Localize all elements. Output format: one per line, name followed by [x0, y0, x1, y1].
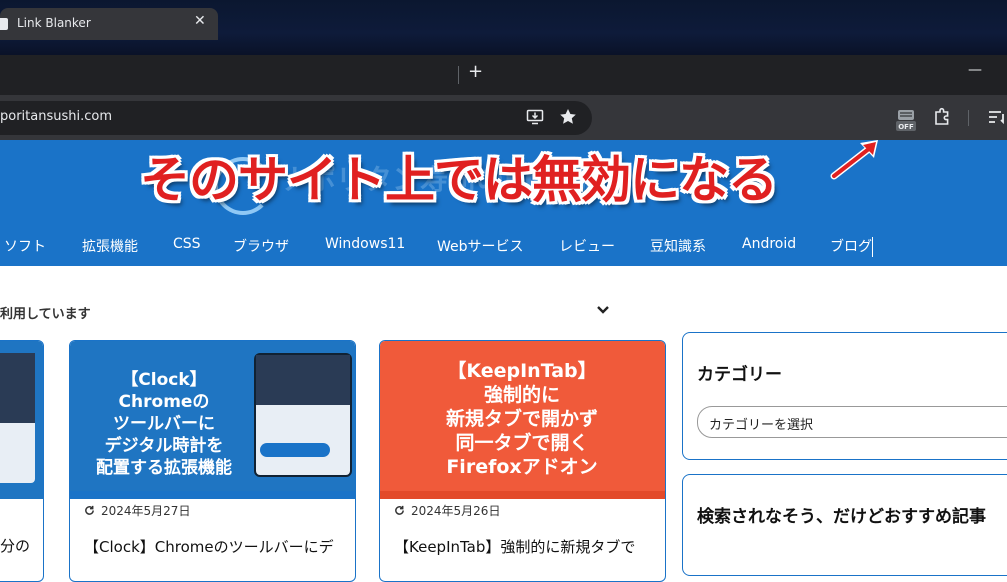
minimize-button[interactable]: —: [968, 62, 982, 78]
annotation-caption: そのサイト上では無効になる: [140, 151, 778, 209]
install-app-icon[interactable]: [526, 108, 544, 126]
thumbnail-text: 【Clock】 Chromeの ツールバーに デジタル時計を 配置する拡張機能: [96, 370, 232, 478]
post-date: 2024年5月26日: [394, 502, 500, 519]
svg-text:OFF: OFF: [898, 123, 914, 131]
nav-item-review[interactable]: レビュー: [559, 236, 615, 256]
post-title[interactable]: 【Clock】Chromeのツールバーにデ: [84, 536, 334, 557]
tab-separator: [458, 66, 459, 84]
tab-title: Link Blanker: [17, 16, 91, 30]
thumbnail-button: [260, 443, 330, 457]
bookmark-star-icon[interactable]: [558, 107, 578, 127]
refresh-icon: [85, 505, 94, 515]
post-date-text: 2024年5月27日: [101, 504, 191, 518]
extensions-puzzle-icon[interactable]: [932, 107, 952, 127]
nav-item-trivia[interactable]: 豆知識系: [650, 236, 706, 256]
toolbar-separator: [968, 110, 969, 126]
text-cursor: [872, 237, 873, 257]
tab-close-icon[interactable]: ✕: [194, 13, 206, 29]
post-title[interactable]: 【KeepInTab】強制的に新規タブで: [394, 536, 635, 557]
thumbnail-strip: [70, 491, 355, 499]
nav-item-extensions[interactable]: 拡張機能: [82, 236, 138, 256]
url-text[interactable]: poritansushi.com: [0, 109, 112, 124]
annotation-arrow-icon: [830, 140, 878, 180]
nav-item-browser[interactable]: ブラウザ: [233, 236, 289, 256]
nav-item-android[interactable]: Android: [742, 236, 796, 252]
tab-strip: [0, 55, 1007, 95]
category-widget-title: カテゴリー: [697, 365, 782, 385]
reading-list-icon[interactable]: [987, 108, 1007, 126]
nav-item-software[interactable]: ソフト: [4, 236, 46, 256]
thumbnail-screenshot: [0, 353, 35, 483]
chevron-down-icon[interactable]: [596, 303, 610, 317]
category-select[interactable]: カテゴリーを選択: [697, 406, 1007, 438]
post-thumbnail: 【Clock】 Chromeの ツールバーに デジタル時計を 配置する拡張機能: [70, 341, 355, 499]
tab-favicon-icon: [0, 18, 8, 30]
nav-item-blog[interactable]: ブログ: [830, 236, 872, 256]
post-date: 2024年5月27日: [84, 502, 190, 519]
nav-item-css[interactable]: CSS: [173, 236, 201, 252]
new-tab-button[interactable]: +: [468, 61, 483, 82]
post-thumbnail: 【KeepInTab】 強制的に 新規タブで開かず 同一タブで開く Firefo…: [380, 341, 665, 499]
thumbnail-screenshot: [254, 353, 352, 477]
link-blanker-off-icon[interactable]: OFF: [895, 108, 917, 132]
thumbnail-strip: [380, 491, 665, 499]
category-select-value: カテゴリーを選択: [709, 418, 814, 433]
tab-link-blanker[interactable]: Link Blanker ✕: [0, 8, 218, 40]
post-title-fragment[interactable]: 分の: [0, 535, 30, 556]
nav-item-windows11[interactable]: Windows11: [325, 236, 405, 252]
thumbnail-text: 【KeepInTab】 強制的に 新規タブで開かず 同一タブで開く Firefo…: [445, 360, 598, 478]
site-nav: ソフト 拡張機能 CSS ブラウザ Windows11 Webサービス レビュー…: [0, 236, 1007, 258]
post-date-text: 2024年5月26日: [411, 504, 501, 518]
notice-text: 利用しています: [0, 307, 91, 322]
category-widget: [682, 332, 1007, 460]
refresh-icon: [395, 505, 404, 515]
post-thumbnail: [0, 341, 43, 499]
nav-item-webservice[interactable]: Webサービス: [437, 236, 524, 256]
recommend-widget-title: 検索されなそう、だけどおすすめ記事: [697, 507, 986, 527]
